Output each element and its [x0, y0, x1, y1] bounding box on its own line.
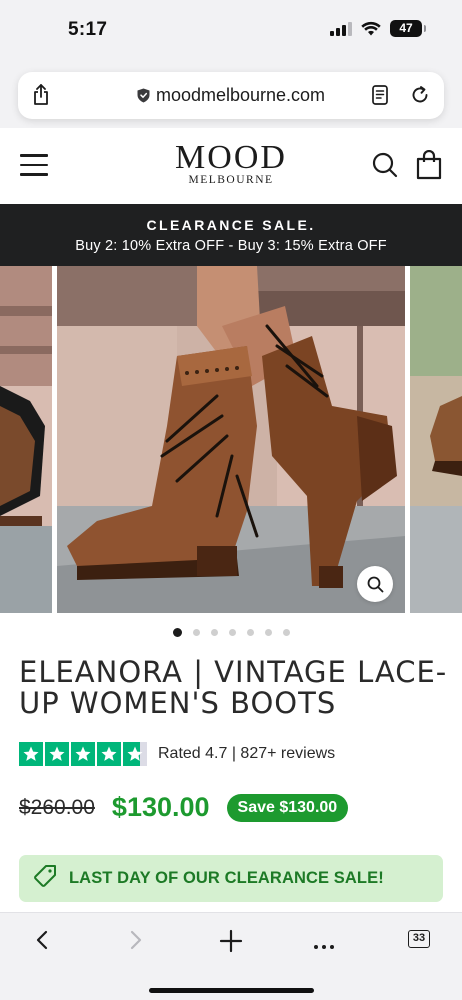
url-text: moodmelbourne.com	[155, 85, 326, 105]
clearance-banner: LAST DAY OF OUR CLEARANCE SALE!	[19, 855, 443, 902]
status-icons: 47	[330, 20, 426, 37]
rating-row[interactable]: Rated 4.7 | 827+ reviews	[19, 742, 335, 766]
product-image	[0, 266, 52, 613]
announcement-bar: CLEARANCE SALE. Buy 2: 10% Extra OFF - B…	[0, 204, 462, 266]
gallery-dot[interactable]	[192, 629, 200, 636]
search-icon[interactable]	[372, 152, 398, 183]
browser-top-chrome: 5:17 47 moodmelbourne.com	[0, 0, 462, 128]
rating-text[interactable]: Rated 4.7 | 827+ reviews	[158, 745, 335, 763]
compare-at-price: $260.00	[19, 795, 95, 819]
gallery-dot[interactable]	[172, 628, 182, 637]
gallery-dot[interactable]	[282, 629, 290, 636]
lock-icon	[137, 87, 150, 108]
back-icon[interactable]	[34, 929, 50, 956]
battery-indicator: 47	[390, 20, 426, 37]
clearance-banner-text: LAST DAY OF OUR CLEARANCE SALE!	[69, 869, 384, 887]
star-rating	[19, 742, 147, 766]
star-icon	[71, 742, 95, 766]
gallery-dot[interactable]	[210, 629, 218, 636]
sale-price: $130.00	[111, 792, 210, 822]
star-half-icon	[123, 742, 147, 766]
gallery-dot[interactable]	[246, 629, 254, 636]
gallery-dot[interactable]	[264, 629, 272, 636]
announcement-detail: Buy 2: 10% Extra OFF - Buy 3: 15% Extra …	[75, 238, 387, 254]
announcement-headline: CLEARANCE SALE.	[146, 217, 316, 233]
browser-toolbar: 33	[0, 912, 462, 1000]
gallery-dot[interactable]	[228, 629, 236, 636]
more-icon[interactable]	[313, 937, 335, 955]
product-image	[410, 266, 462, 613]
zoom-icon[interactable]	[357, 566, 393, 602]
wifi-icon	[361, 21, 381, 36]
reader-icon[interactable]	[372, 85, 388, 110]
gallery-slide-active[interactable]	[57, 266, 405, 613]
star-icon	[19, 742, 43, 766]
star-icon	[97, 742, 121, 766]
product-gallery[interactable]	[0, 266, 462, 613]
site-header: MOOD MELBOURNE	[0, 128, 462, 204]
tag-icon	[33, 864, 57, 893]
tabs-icon[interactable]: 33	[408, 930, 430, 948]
product-title: ELEANORA | VINTAGE LACE-UP WOMEN'S BOOTS	[19, 655, 448, 720]
status-time: 5:17	[68, 19, 108, 40]
save-badge: Save $130.00	[226, 793, 349, 822]
cellular-signal-icon	[330, 21, 352, 36]
plus-icon[interactable]	[219, 929, 243, 958]
bag-icon[interactable]	[416, 149, 442, 185]
product-image	[57, 266, 405, 613]
gallery-slide-next[interactable]	[410, 266, 462, 613]
reload-icon[interactable]	[410, 85, 430, 110]
address-bar[interactable]: moodmelbourne.com	[18, 72, 444, 119]
price-row: $260.00 $130.00 Save $130.00	[19, 792, 349, 823]
home-indicator	[149, 988, 314, 993]
forward-icon[interactable]	[128, 929, 144, 956]
gallery-pagination	[0, 628, 462, 637]
star-icon	[45, 742, 69, 766]
gallery-slide-prev[interactable]	[0, 266, 52, 613]
